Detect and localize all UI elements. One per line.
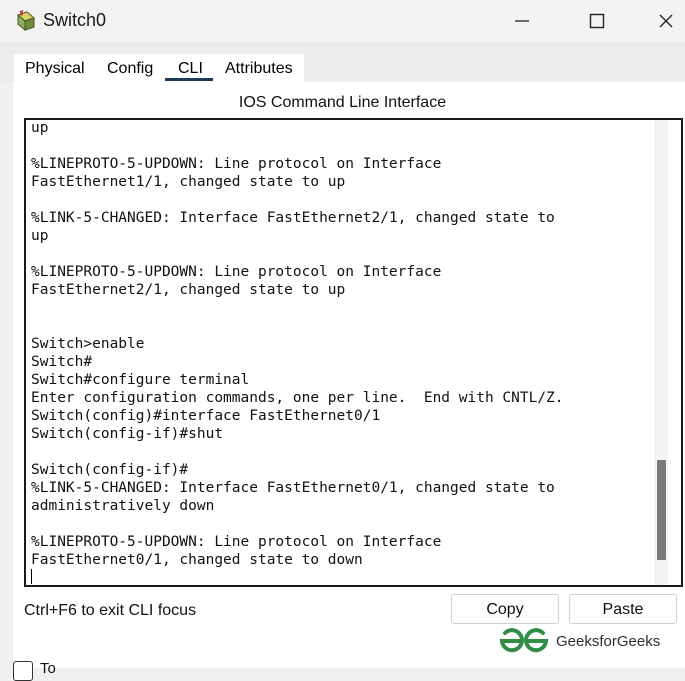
tab-bar: [0, 42, 685, 84]
minimize-icon[interactable]: [502, 6, 542, 36]
terminal-scrollbar[interactable]: [654, 120, 668, 585]
text-cursor: [31, 569, 32, 584]
cli-focus-hint: Ctrl+F6 to exit CLI focus: [24, 602, 197, 619]
top-checkbox-label: To: [40, 660, 56, 677]
tab-physical[interactable]: Physical: [25, 60, 85, 78]
watermark-text: GeeksforGeeks: [556, 633, 661, 650]
cli-panel-title: IOS Command Line Interface: [238, 94, 447, 111]
active-tab-indicator: [165, 78, 213, 81]
switch-device-icon: [14, 9, 38, 33]
window-title: Switch0: [43, 10, 107, 30]
close-icon[interactable]: [646, 6, 685, 36]
tab-config[interactable]: Config: [107, 60, 153, 78]
geeksforgeeks-logo-icon: [499, 628, 549, 653]
tab-cli[interactable]: CLI: [178, 60, 203, 78]
cli-terminal[interactable]: up %LINEPROTO-5-UPDOWN: Line protocol on…: [24, 118, 683, 587]
scrollbar-thumb[interactable]: [657, 460, 666, 560]
title-bar: Switch0: [0, 0, 685, 42]
maximize-icon[interactable]: [577, 6, 617, 36]
copy-button[interactable]: Copy: [451, 594, 559, 624]
top-checkbox[interactable]: [13, 661, 33, 681]
tab-attributes[interactable]: Attributes: [225, 60, 293, 78]
paste-button[interactable]: Paste: [569, 594, 677, 624]
terminal-output: up %LINEPROTO-5-UPDOWN: Line protocol on…: [31, 120, 564, 568]
